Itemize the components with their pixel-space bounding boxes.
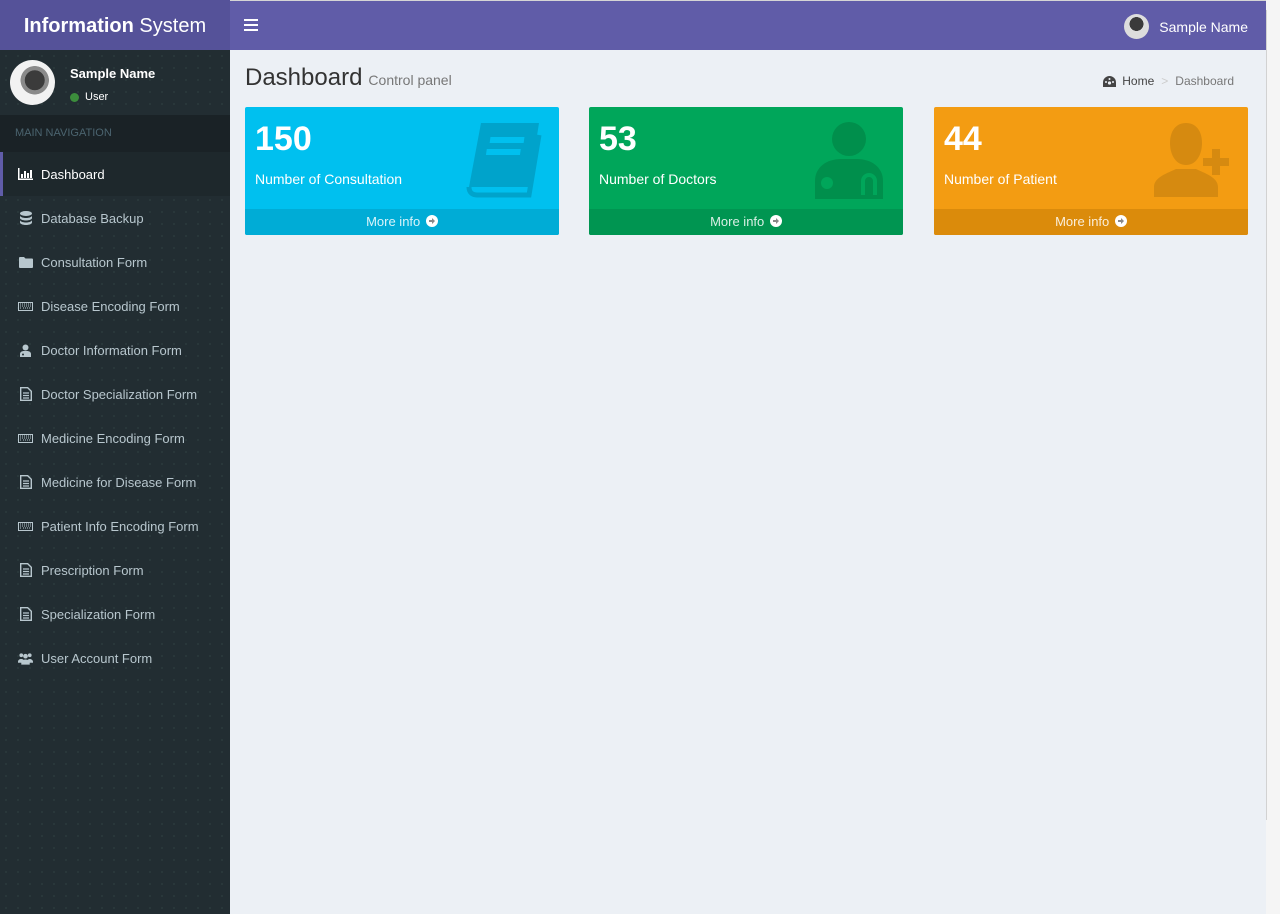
breadcrumb-home-link[interactable]: Home	[1122, 74, 1154, 88]
file-text-icon	[18, 387, 33, 401]
breadcrumb: Home > Dashboard	[1103, 74, 1234, 88]
sidebar-item-database-backup[interactable]: Database Backup	[0, 196, 230, 240]
database-icon	[18, 211, 33, 225]
sidebar-item-medicine-encoding-form[interactable]: Medicine Encoding Form	[0, 416, 230, 460]
content-header: Dashboard Control panel	[245, 64, 452, 92]
sidebar-item-doctor-specialization-form[interactable]: Doctor Specialization Form	[0, 372, 230, 416]
more-info-label: More info	[710, 214, 765, 229]
user-panel: Sample Name User	[0, 50, 230, 115]
sidebar-item-prescription-form[interactable]: Prescription Form	[0, 548, 230, 592]
patient-more-info-link[interactable]: More info	[934, 209, 1248, 235]
sidebar-item-doctor-information-form[interactable]: Doctor Information Form	[0, 328, 230, 372]
sidebar-item-medicine-for-disease-form[interactable]: Medicine for Disease Form	[0, 460, 230, 504]
app-wrapper: Information System Sample Name Sample Na…	[0, 0, 1266, 914]
arrow-circle-right-icon	[425, 215, 438, 227]
page-scrollbar[interactable]	[1266, 0, 1280, 914]
user-status: User	[70, 91, 108, 103]
file-text-icon	[18, 563, 33, 577]
sidebar-item-label: Prescription Form	[41, 562, 144, 578]
user-role: User	[85, 91, 109, 103]
avatar	[1124, 14, 1150, 39]
sidebar-item-label: Doctor Specialization Form	[41, 386, 198, 402]
arrow-circle-right-icon	[769, 215, 782, 227]
user-md-icon	[815, 122, 883, 199]
book-icon	[466, 123, 542, 198]
page-title: Dashboard	[245, 64, 363, 91]
keyboard-icon	[18, 431, 33, 445]
file-text-icon	[18, 475, 33, 489]
sidebar-toggle-button[interactable]	[244, 19, 258, 33]
hamburger-icon	[244, 19, 258, 21]
sidebar-item-patient-info-encoding-form[interactable]: Patient Info Encoding Form	[0, 504, 230, 548]
file-text-icon	[18, 607, 33, 621]
sidebar-item-label: Database Backup	[41, 210, 144, 226]
sidebar-item-label: Doctor Information Form	[41, 342, 182, 358]
sidebar-item-label: Medicine for Disease Form	[41, 474, 197, 490]
doctors-stat-box: 53 Number of Doctors More info	[589, 107, 903, 235]
sidebar-item-consultation-form[interactable]: Consultation Form	[0, 240, 230, 284]
sidebar-item-user-account-form[interactable]: User Account Form	[0, 636, 230, 680]
app-logo[interactable]: Information System	[0, 0, 230, 50]
sidebar-item-specialization-form[interactable]: Specialization Form	[0, 592, 230, 636]
breadcrumb-separator: >	[1161, 74, 1169, 88]
sidebar-item-label: Medicine Encoding Form	[41, 430, 185, 446]
main-navigation-header: MAIN NAVIGATION	[0, 115, 230, 152]
page-subtitle: Control panel	[368, 72, 452, 88]
sidebar-item-label: Disease Encoding Form	[41, 298, 180, 314]
consultation-stat-box: 150 Number of Consultation More info	[245, 107, 559, 235]
top-navbar: Sample Name	[230, 0, 1266, 50]
folder-icon	[18, 255, 33, 269]
sidebar-item-label: Specialization Form	[41, 606, 156, 622]
keyboard-icon	[18, 519, 33, 533]
sidebar-item-label: Consultation Form	[41, 254, 148, 270]
sidebar-item-dashboard[interactable]: Dashboard	[0, 152, 230, 196]
sidebar: Sample Name User MAIN NAVIGATION Dashboa…	[0, 50, 230, 914]
more-info-label: More info	[366, 214, 421, 229]
patient-stat-box: 44 Number of Patient More info	[934, 107, 1248, 235]
bar-chart-icon	[18, 167, 33, 181]
sidebar-user-name: Sample Name	[70, 66, 156, 81]
sidebar-menu: Dashboard Database Backup Consultation For…	[0, 152, 230, 680]
sidebar-item-label: Patient Info Encoding Form	[41, 518, 199, 534]
logo-light: System	[133, 15, 207, 37]
keyboard-icon	[18, 299, 33, 313]
doctors-more-info-link[interactable]: More info	[589, 209, 903, 235]
dashboard-icon	[1103, 75, 1117, 87]
user-avatar	[10, 60, 55, 105]
sidebar-item-disease-encoding-form[interactable]: Disease Encoding Form	[0, 284, 230, 328]
sidebar-item-label: User Account Form	[41, 650, 153, 666]
arrow-circle-right-icon	[1114, 215, 1127, 227]
breadcrumb-current: Dashboard	[1175, 74, 1234, 88]
status-dot-icon	[70, 92, 79, 102]
consultation-more-info-link[interactable]: More info	[245, 209, 559, 235]
navbar-user-name: Sample Name	[1159, 18, 1248, 35]
sidebar-item-label: Dashboard	[41, 166, 105, 182]
user-plus-icon	[1154, 123, 1229, 197]
user-md-icon	[18, 343, 33, 357]
user-menu[interactable]: Sample Name	[1124, 14, 1248, 39]
users-icon	[18, 651, 33, 665]
logo-bold: Information	[23, 15, 134, 37]
more-info-label: More info	[1055, 214, 1110, 229]
